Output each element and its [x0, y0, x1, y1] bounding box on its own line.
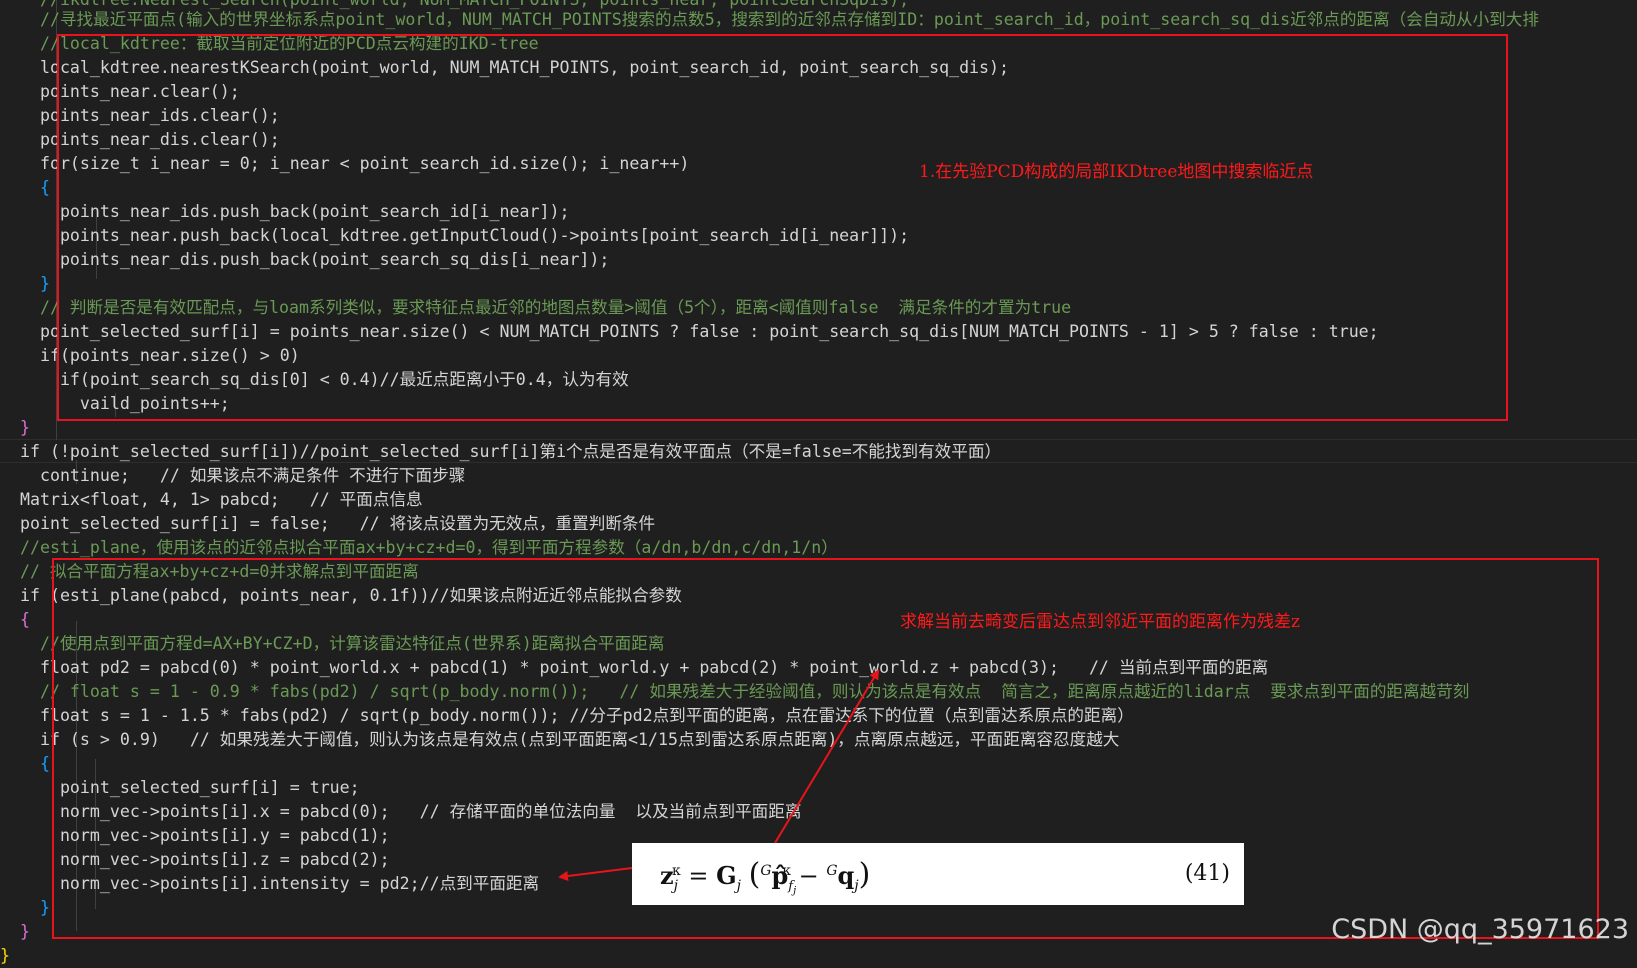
formula-equation: zjκ = Gj (Gp̂fjκ − Gqj) [660, 857, 871, 897]
arrow-to-pd2 [558, 867, 633, 881]
watermark: CSDN @qq_35971623 [1331, 914, 1629, 945]
formula-image: zjκ = Gj (Gp̂fjκ − Gqj) (41) [632, 843, 1244, 905]
arrow-to-point-world [774, 669, 880, 844]
equation-number: (41) [1184, 861, 1230, 886]
annotation-arrows [558, 669, 880, 881]
